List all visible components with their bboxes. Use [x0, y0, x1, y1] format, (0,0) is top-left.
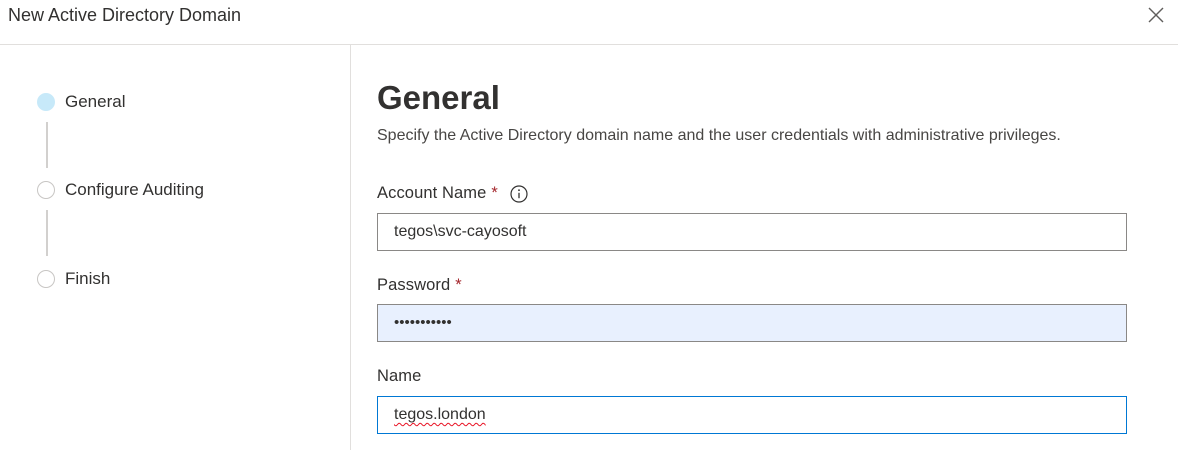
name-label: Name: [377, 367, 421, 386]
required-marker: *: [455, 276, 462, 294]
step-indicator-icon: [37, 181, 55, 199]
step-connector: [46, 122, 48, 168]
account-name-value: tegos\svc-cayosoft: [394, 223, 527, 240]
step-label: Finish: [65, 269, 111, 288]
info-icon[interactable]: [510, 184, 528, 203]
account-name-label-text: Account Name: [377, 184, 487, 202]
account-name-input[interactable]: tegos\svc-cayosoft: [377, 213, 1127, 251]
step-label: General: [65, 92, 126, 111]
name-label-text: Name: [377, 367, 422, 385]
required-marker: *: [491, 184, 498, 202]
password-label: Password *: [377, 276, 462, 295]
name-value: tegos.london: [394, 406, 486, 423]
step-label: Configure Auditing: [65, 180, 204, 199]
step-indicator-active-icon: [37, 93, 55, 111]
step-indicator-icon: [37, 270, 55, 288]
close-button[interactable]: [1146, 5, 1166, 25]
name-input[interactable]: tegos.london: [377, 396, 1127, 434]
password-input[interactable]: •••••••••••: [377, 304, 1127, 342]
account-name-label: Account Name *: [377, 184, 528, 203]
password-label-text: Password: [377, 276, 451, 294]
page-description: Specify the Active Directory domain name…: [377, 127, 1061, 144]
wizard-steps-pane: General Configure Auditing Finish: [0, 45, 351, 450]
step-finish[interactable]: Finish: [37, 268, 110, 290]
page-title: General: [377, 79, 500, 116]
dialog-header: New Active Directory Domain: [0, 0, 1178, 45]
wizard-content: General Specify the Active Directory dom…: [352, 45, 1178, 450]
dialog-title: New Active Directory Domain: [8, 5, 242, 25]
new-ad-domain-dialog: New Active Directory Domain General Conf…: [0, 0, 1178, 450]
step-configure-auditing[interactable]: Configure Auditing: [37, 179, 204, 201]
close-icon: [1148, 7, 1164, 23]
step-connector: [46, 210, 48, 256]
password-value: •••••••••••: [394, 314, 452, 331]
step-general[interactable]: General: [37, 91, 125, 113]
